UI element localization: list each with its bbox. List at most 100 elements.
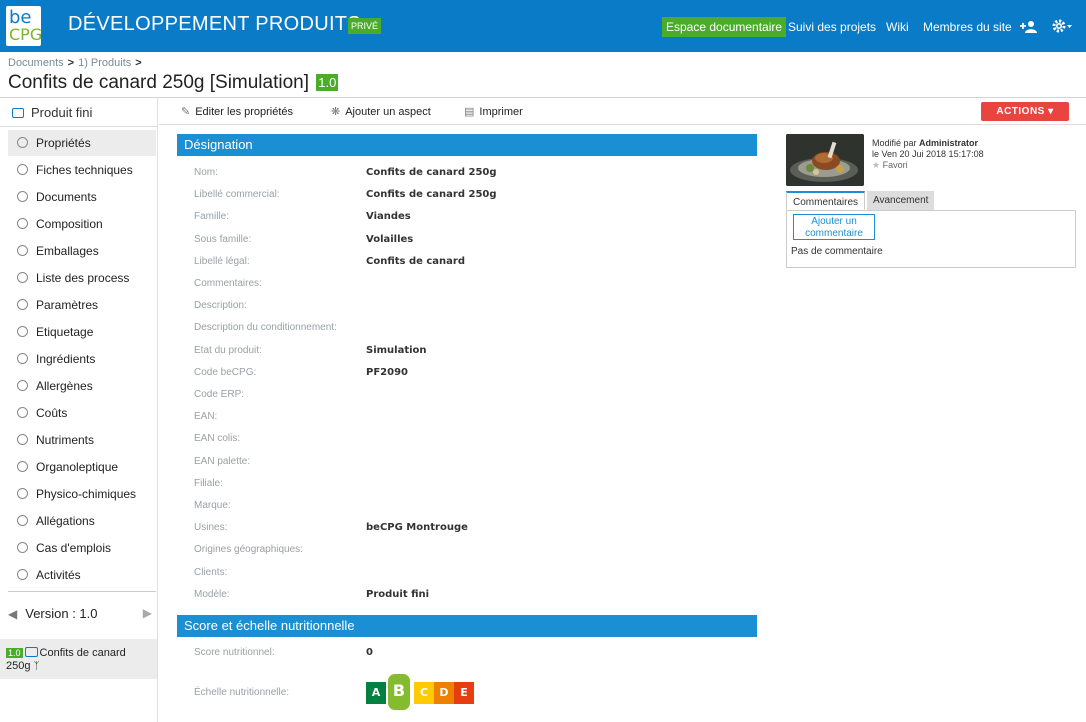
edit-icon: ✎ [181, 106, 191, 118]
branch-icon: ᛉ [33, 661, 40, 672]
add-comment-button[interactable]: Ajouter un commentaire [793, 214, 875, 240]
version-navigator: ◀ Version : 1.0 ▶ [8, 606, 156, 621]
sidebar-item[interactable]: Paramètres [8, 292, 156, 318]
circle-icon [17, 137, 28, 148]
circle-icon [17, 218, 28, 229]
print-button[interactable]: ▤ Imprimer [464, 105, 523, 118]
property-value: beCPG Montrouge [366, 522, 468, 534]
sidebar-item[interactable]: Emballages [8, 238, 156, 264]
product-thumbnail[interactable] [786, 134, 864, 186]
property-label: Marque: [194, 500, 231, 511]
circle-icon [17, 164, 28, 175]
nutrition-score-value: 0 [366, 647, 373, 658]
tab-comments[interactable]: Commentaires [786, 191, 866, 210]
sidebar-header: Produit fini [12, 105, 92, 120]
sidebar-item-label: Nutriments [36, 433, 95, 447]
aspect-icon: ❋ [331, 106, 341, 118]
page-title-text: Confits de canard 250g [Simulation] [8, 72, 310, 93]
site-title[interactable]: DÉVELOPPEMENT PRODUITS [68, 13, 361, 36]
version-list-item[interactable]: 1.0 Confits de canard 250g ᛉ [0, 639, 157, 679]
breadcrumb-products[interactable]: 1) Produits [78, 57, 131, 69]
sidebar-item-label: Composition [36, 217, 103, 231]
favorite-toggle[interactable]: ★ Favori [872, 160, 984, 171]
sidebar-item[interactable]: Etiquetage [8, 319, 156, 345]
sidebar-item[interactable]: Allergènes [8, 373, 156, 399]
visibility-badge: PRIVÉ [348, 18, 382, 34]
star-icon: ★ [872, 160, 881, 170]
property-value: Confits de canard 250g [366, 189, 497, 201]
version-badge: 1.0 [316, 74, 339, 92]
add-aspect-button[interactable]: ❋ Ajouter un aspect [331, 105, 431, 118]
sidebar-item-label: Cas d'emplois [36, 541, 111, 555]
sidebar-item-label: Coûts [36, 406, 68, 420]
product-icon [24, 647, 38, 657]
sidebar-item[interactable]: Documents [8, 184, 156, 210]
sidebar-item[interactable]: Activités [8, 562, 156, 588]
breadcrumb-documents[interactable]: Documents [8, 57, 64, 69]
sidebar-divider-bottom [8, 591, 156, 592]
nutri-score-b: B [386, 672, 412, 712]
tab-progress[interactable]: Avancement [867, 191, 935, 210]
add-user-icon[interactable] [1020, 20, 1038, 36]
sidebar-item[interactable]: Organoleptique [8, 454, 156, 480]
property-label: Libellé légal: [194, 255, 250, 267]
property-value: Confits de canard [366, 255, 466, 267]
sidebar-item-label: Liste des process [36, 271, 130, 285]
sidebar-item-label: Documents [36, 190, 97, 204]
print-icon: ▤ [464, 106, 475, 118]
sidebar-item[interactable]: Ingrédients [8, 346, 156, 372]
property-label: Code beCPG: [194, 366, 257, 378]
sidebar-item[interactable]: Cas d'emplois [8, 535, 156, 561]
print-label: Imprimer [479, 106, 523, 118]
becpg-logo[interactable]: be CPG [6, 6, 42, 46]
circle-icon [17, 407, 28, 418]
sidebar-item[interactable]: Allégations [8, 508, 156, 534]
modified-by[interactable]: Administrator [919, 138, 978, 148]
sidebar-item[interactable]: Nutriments [8, 427, 156, 453]
previous-version-icon[interactable]: ◀ [8, 607, 17, 621]
nav-wiki[interactable]: Wiki [886, 17, 909, 37]
property-label: Description du conditionnement: [194, 322, 337, 334]
circle-icon [17, 299, 28, 310]
property-label: Commentaires: [194, 278, 262, 289]
next-version-icon[interactable]: ▶ [143, 606, 152, 620]
no-comment-text: Pas de commentaire [791, 246, 883, 257]
sidebar-item[interactable]: Coûts [8, 400, 156, 426]
property-label: EAN palette: [194, 455, 251, 467]
actions-button[interactable]: ACTIONS ▾ [981, 102, 1069, 121]
nav-document-library[interactable]: Espace documentaire [662, 17, 787, 37]
property-label: Modèle: [194, 588, 230, 600]
comments-panel: Ajouter un commentaire Pas de commentair… [786, 210, 1076, 268]
circle-icon [17, 515, 28, 526]
sidebar-item-label: Etiquetage [36, 325, 94, 339]
gear-icon[interactable] [1052, 19, 1074, 36]
sidebar-item[interactable]: Composition [8, 211, 156, 237]
sidebar-item[interactable]: Physico-chimiques [8, 481, 156, 507]
property-value: Volailles [366, 233, 414, 245]
nutri-score-a: A [366, 682, 386, 704]
nutri-score-d: D [434, 682, 454, 704]
nutri-score-e: E [454, 682, 474, 704]
edit-properties-label: Editer les propriétés [195, 106, 294, 118]
sidebar-item[interactable]: Propriétés [8, 130, 156, 156]
circle-icon [17, 434, 28, 445]
product-icon [12, 108, 24, 118]
property-label: Filiale: [194, 477, 223, 489]
sidebar-item-label: Organoleptique [36, 460, 119, 474]
sidebar-item-label: Emballages [36, 244, 99, 258]
circle-icon [17, 569, 28, 580]
property-label: Description: [194, 300, 247, 312]
sidebar-item-label: Physico-chimiques [36, 487, 137, 501]
property-value: Produit fini [366, 588, 430, 600]
sidebar-item[interactable]: Fiches techniques [8, 157, 156, 183]
sidebar-item-label: Fiches techniques [36, 163, 133, 177]
nav-project-tracking[interactable]: Suivi des projets [788, 17, 876, 37]
circle-icon [17, 353, 28, 364]
add-aspect-label: Ajouter un aspect [345, 106, 431, 118]
edit-properties-button[interactable]: ✎ Editer les propriétés [181, 105, 293, 118]
sidebar-item-label: Allergènes [36, 379, 93, 393]
sidebar-item[interactable]: Liste des process [8, 265, 156, 291]
nav-site-members[interactable]: Membres du site [923, 17, 1012, 37]
property-label: Clients: [194, 566, 228, 578]
comment-tabs: Commentaires Avancement [786, 191, 1076, 211]
